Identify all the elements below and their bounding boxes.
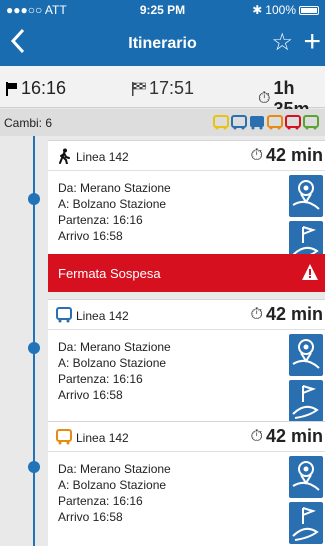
nav-bar: Itinerario ☆ + — [0, 20, 325, 66]
suspended-stop-alert[interactable]: Fermata Sospesa — [48, 254, 325, 292]
leg-details: Da: Merano Stazione A: Bolzano Stazione … — [48, 330, 325, 427]
changes-count: Cambi: 6 — [4, 116, 53, 130]
leg-to: A: Bolzano Stazione — [58, 356, 167, 370]
leg-header: Linea 142 ⏱ 42 min — [48, 300, 325, 330]
departure-summary: 16:16 — [6, 78, 66, 99]
stopwatch-icon: ⏱ — [250, 305, 263, 323]
star-outline-icon[interactable]: ☆ — [271, 30, 293, 56]
route-flag-icon — [292, 385, 319, 419]
leg-depart: Partenza: 16:16 — [58, 372, 143, 386]
arrival-time: 17:51 — [149, 78, 195, 98]
bus-icon — [231, 115, 247, 130]
alert-text: Fermata Sospesa — [58, 266, 161, 281]
battery-indicator: ✱ 100% — [252, 3, 319, 17]
route-flag-icon — [292, 507, 319, 541]
leg-arrive: Arrivo 16:58 — [58, 510, 123, 524]
leg-card[interactable]: Linea 142 ⏱ 42 min Da: Merano Stazione A:… — [48, 299, 325, 427]
walking-icon — [59, 148, 70, 164]
leg-to: A: Bolzano Stazione — [58, 197, 167, 211]
departure-time: 16:16 — [21, 78, 67, 98]
stopwatch-icon: ⏱ — [250, 427, 263, 445]
bus-icon — [250, 116, 264, 130]
leg-from: Da: Merano Stazione — [58, 340, 171, 354]
leg-from: Da: Merano Stazione — [58, 462, 171, 476]
bus-icon — [56, 429, 72, 445]
map-pin-icon — [292, 180, 320, 210]
leg-header: Linea 142 ⏱ 42 min — [48, 141, 325, 171]
leg-details: Da: Merano Stazione A: Bolzano Stazione … — [48, 452, 325, 546]
leg-duration-value: 42 min — [265, 304, 323, 324]
timeline-stop — [28, 342, 40, 354]
leg-to: A: Bolzano Stazione — [58, 478, 167, 492]
map-pin-button[interactable] — [289, 334, 323, 376]
transport-modes — [213, 115, 319, 130]
warning-icon — [302, 264, 318, 280]
map-pin-button[interactable] — [289, 175, 323, 217]
leg-duration: ⏱ 42 min — [250, 426, 323, 447]
map-pin-icon — [292, 461, 320, 491]
bus-icon — [56, 307, 72, 323]
leg-depart: Partenza: 16:16 — [58, 213, 143, 227]
leg-card[interactable]: Linea 142 ⏱ 42 min Da: Merano Stazione A:… — [48, 421, 325, 546]
bluetooth-icon: ✱ — [252, 3, 263, 17]
battery-icon — [299, 5, 319, 15]
line-name: Linea 142 — [76, 431, 129, 445]
bus-icon — [267, 115, 283, 130]
plus-icon[interactable]: + — [303, 25, 321, 59]
leg-duration: ⏱ 42 min — [250, 304, 323, 325]
timeline-stop — [28, 193, 40, 205]
leg-duration: ⏱ 42 min — [250, 145, 323, 166]
route-map-button[interactable] — [289, 502, 323, 544]
status-bar: ●●●○○ ATT 9:25 PM ✱ 100% — [0, 0, 325, 20]
timeline-stop — [28, 461, 40, 473]
map-pin-icon — [292, 339, 320, 369]
leg-duration-value: 42 min — [265, 145, 323, 165]
stopwatch-icon: ⏱ — [258, 90, 271, 107]
leg-card[interactable]: Linea 142 ⏱ 42 min Da: Merano Stazione A:… — [48, 140, 325, 268]
line-name: Linea 142 — [76, 150, 129, 164]
bus-icon — [303, 115, 319, 130]
line-name: Linea 142 — [76, 309, 129, 323]
bus-icon — [213, 115, 229, 130]
leg-header: Linea 142 ⏱ 42 min — [48, 422, 325, 452]
leg-depart: Partenza: 16:16 — [58, 494, 143, 508]
itinerary-summary: 16:16 17:51 ⏱ 1h 35m — [0, 66, 325, 119]
leg-arrive: Arrivo 16:58 — [58, 388, 123, 402]
leg-from: Da: Merano Stazione — [58, 181, 171, 195]
leg-duration-value: 42 min — [265, 426, 323, 446]
leg-arrive: Arrivo 16:58 — [58, 229, 123, 243]
checkered-flag-icon — [132, 81, 146, 96]
battery-percent: 100% — [265, 3, 296, 17]
flag-icon — [6, 81, 17, 96]
bus-icon — [285, 115, 301, 130]
map-pin-button[interactable] — [289, 456, 323, 498]
route-map-button[interactable] — [289, 380, 323, 422]
arrival-summary: 17:51 — [132, 78, 194, 99]
stopwatch-icon: ⏱ — [250, 146, 263, 164]
changes-row: Cambi: 6 — [0, 109, 325, 136]
